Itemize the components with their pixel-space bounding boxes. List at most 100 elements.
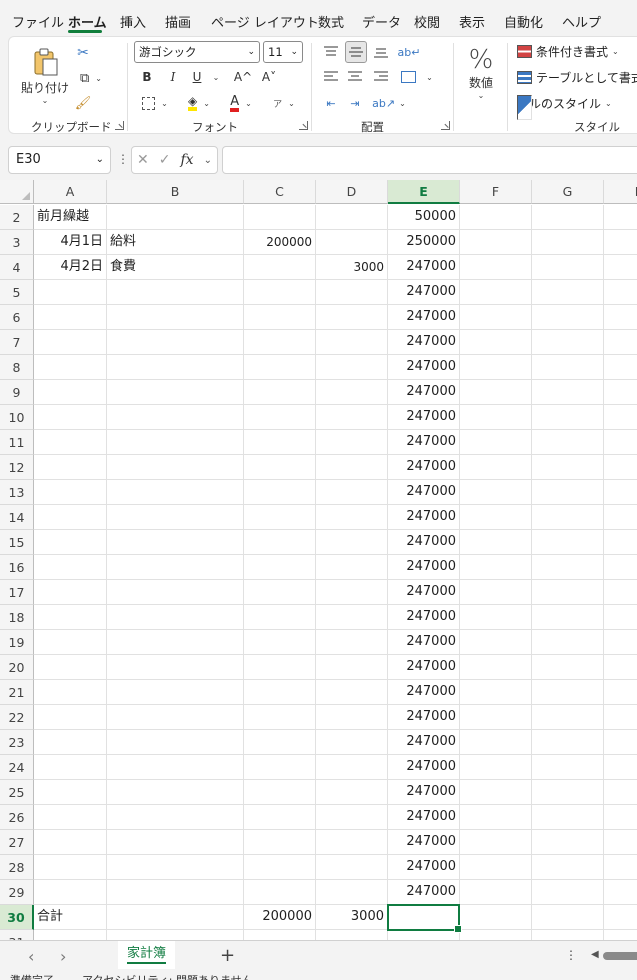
- cell-b19[interactable]: [107, 630, 244, 655]
- cell-c9[interactable]: [244, 380, 316, 405]
- cell-b21[interactable]: [107, 680, 244, 705]
- cell-f12[interactable]: [460, 455, 532, 480]
- cell-d10[interactable]: [316, 405, 388, 430]
- cell-f8[interactable]: [460, 355, 532, 380]
- cell-d19[interactable]: [316, 630, 388, 655]
- borders-button[interactable]: ⌄: [137, 93, 173, 113]
- cell-h4[interactable]: [604, 255, 637, 280]
- font-launcher-icon[interactable]: [299, 121, 308, 130]
- cell-g31[interactable]: [532, 930, 604, 940]
- cell-a31[interactable]: [34, 930, 107, 940]
- menu-tab-3[interactable]: 描画: [165, 12, 191, 31]
- row-header[interactable]: 10: [0, 405, 34, 430]
- cell-c23[interactable]: [244, 730, 316, 755]
- cell-d7[interactable]: [316, 330, 388, 355]
- cell-a23[interactable]: [34, 730, 107, 755]
- cell-f19[interactable]: [460, 630, 532, 655]
- cell-b8[interactable]: [107, 355, 244, 380]
- cell-c5[interactable]: [244, 280, 316, 305]
- font-name-select[interactable]: 游ゴシック ⌄: [134, 41, 260, 63]
- cell-f11[interactable]: [460, 430, 532, 455]
- cell-a12[interactable]: [34, 455, 107, 480]
- cell-g25[interactable]: [532, 780, 604, 805]
- cell-d9[interactable]: [316, 380, 388, 405]
- column-header-e[interactable]: E: [388, 180, 460, 204]
- accessibility-status[interactable]: アクセシビリティ: 問題ありません: [82, 972, 253, 980]
- cell-g7[interactable]: [532, 330, 604, 355]
- cell-b27[interactable]: [107, 830, 244, 855]
- cell-h22[interactable]: [604, 705, 637, 730]
- cell-h25[interactable]: [604, 780, 637, 805]
- horizontal-scrollbar[interactable]: [603, 952, 637, 960]
- menu-tab-2[interactable]: 挿入: [120, 12, 146, 31]
- cell-g13[interactable]: [532, 480, 604, 505]
- align-right-button[interactable]: [371, 67, 391, 87]
- cell-f13[interactable]: [460, 480, 532, 505]
- cell-b14[interactable]: [107, 505, 244, 530]
- cell-c7[interactable]: [244, 330, 316, 355]
- row-header[interactable]: 24: [0, 755, 34, 780]
- cell-a25[interactable]: [34, 780, 107, 805]
- cell-a22[interactable]: [34, 705, 107, 730]
- clipboard-launcher-icon[interactable]: [115, 121, 124, 130]
- fill-color-button[interactable]: ◈ ⌄: [181, 93, 217, 113]
- cell-d31[interactable]: [316, 930, 388, 940]
- cell-c19[interactable]: [244, 630, 316, 655]
- cell-c21[interactable]: [244, 680, 316, 705]
- cell-g11[interactable]: [532, 430, 604, 455]
- cell-h26[interactable]: [604, 805, 637, 830]
- cell-e8[interactable]: 247000: [388, 355, 460, 380]
- row-header[interactable]: 12: [0, 455, 34, 480]
- cell-a29[interactable]: [34, 880, 107, 905]
- menu-tab-6[interactable]: データ: [362, 12, 401, 31]
- menu-tab-0[interactable]: ファイル: [12, 12, 64, 31]
- cell-h3[interactable]: [604, 230, 637, 255]
- cell-g26[interactable]: [532, 805, 604, 830]
- font-size-select[interactable]: 11 ⌄: [263, 41, 303, 63]
- row-header[interactable]: 15: [0, 530, 34, 555]
- copy-button[interactable]: ⧉ ⌄: [73, 68, 109, 88]
- column-header-a[interactable]: A: [34, 180, 107, 204]
- cell-b11[interactable]: [107, 430, 244, 455]
- chevron-left-icon[interactable]: ‹: [28, 947, 34, 966]
- cell-e5[interactable]: 247000: [388, 280, 460, 305]
- cell-f3[interactable]: [460, 230, 532, 255]
- cell-f26[interactable]: [460, 805, 532, 830]
- row-header[interactable]: 11: [0, 430, 34, 455]
- cell-d20[interactable]: [316, 655, 388, 680]
- cell-a10[interactable]: [34, 405, 107, 430]
- cell-g21[interactable]: [532, 680, 604, 705]
- cell-g3[interactable]: [532, 230, 604, 255]
- cell-e19[interactable]: 247000: [388, 630, 460, 655]
- cell-h18[interactable]: [604, 605, 637, 630]
- cell-a28[interactable]: [34, 855, 107, 880]
- cell-d27[interactable]: [316, 830, 388, 855]
- cell-h17[interactable]: [604, 580, 637, 605]
- align-left-button[interactable]: [321, 67, 341, 87]
- cell-b13[interactable]: [107, 480, 244, 505]
- cell-a21[interactable]: [34, 680, 107, 705]
- column-header-f[interactable]: F: [460, 180, 532, 204]
- cell-a7[interactable]: [34, 330, 107, 355]
- row-header[interactable]: 6: [0, 305, 34, 330]
- cell-f30[interactable]: [460, 905, 532, 930]
- cell-e26[interactable]: 247000: [388, 805, 460, 830]
- cell-c31[interactable]: [244, 930, 316, 940]
- shrink-font-button[interactable]: A˅: [259, 67, 279, 87]
- scroll-left-icon[interactable]: ◀: [591, 949, 599, 960]
- cell-f14[interactable]: [460, 505, 532, 530]
- cell-c15[interactable]: [244, 530, 316, 555]
- font-color-button[interactable]: A ⌄: [223, 93, 259, 113]
- paste-button[interactable]: 貼り付け ⌄: [19, 43, 71, 109]
- cell-b6[interactable]: [107, 305, 244, 330]
- cell-e21[interactable]: 247000: [388, 680, 460, 705]
- name-box[interactable]: E30 ⌄: [8, 146, 111, 174]
- cell-c4[interactable]: [244, 255, 316, 280]
- cell-f28[interactable]: [460, 855, 532, 880]
- cell-g2[interactable]: [532, 205, 604, 230]
- cell-e13[interactable]: 247000: [388, 480, 460, 505]
- cell-b24[interactable]: [107, 755, 244, 780]
- cell-f31[interactable]: [460, 930, 532, 940]
- insert-function-button[interactable]: fx: [181, 152, 194, 168]
- increase-indent-button[interactable]: ⇥: [345, 93, 365, 113]
